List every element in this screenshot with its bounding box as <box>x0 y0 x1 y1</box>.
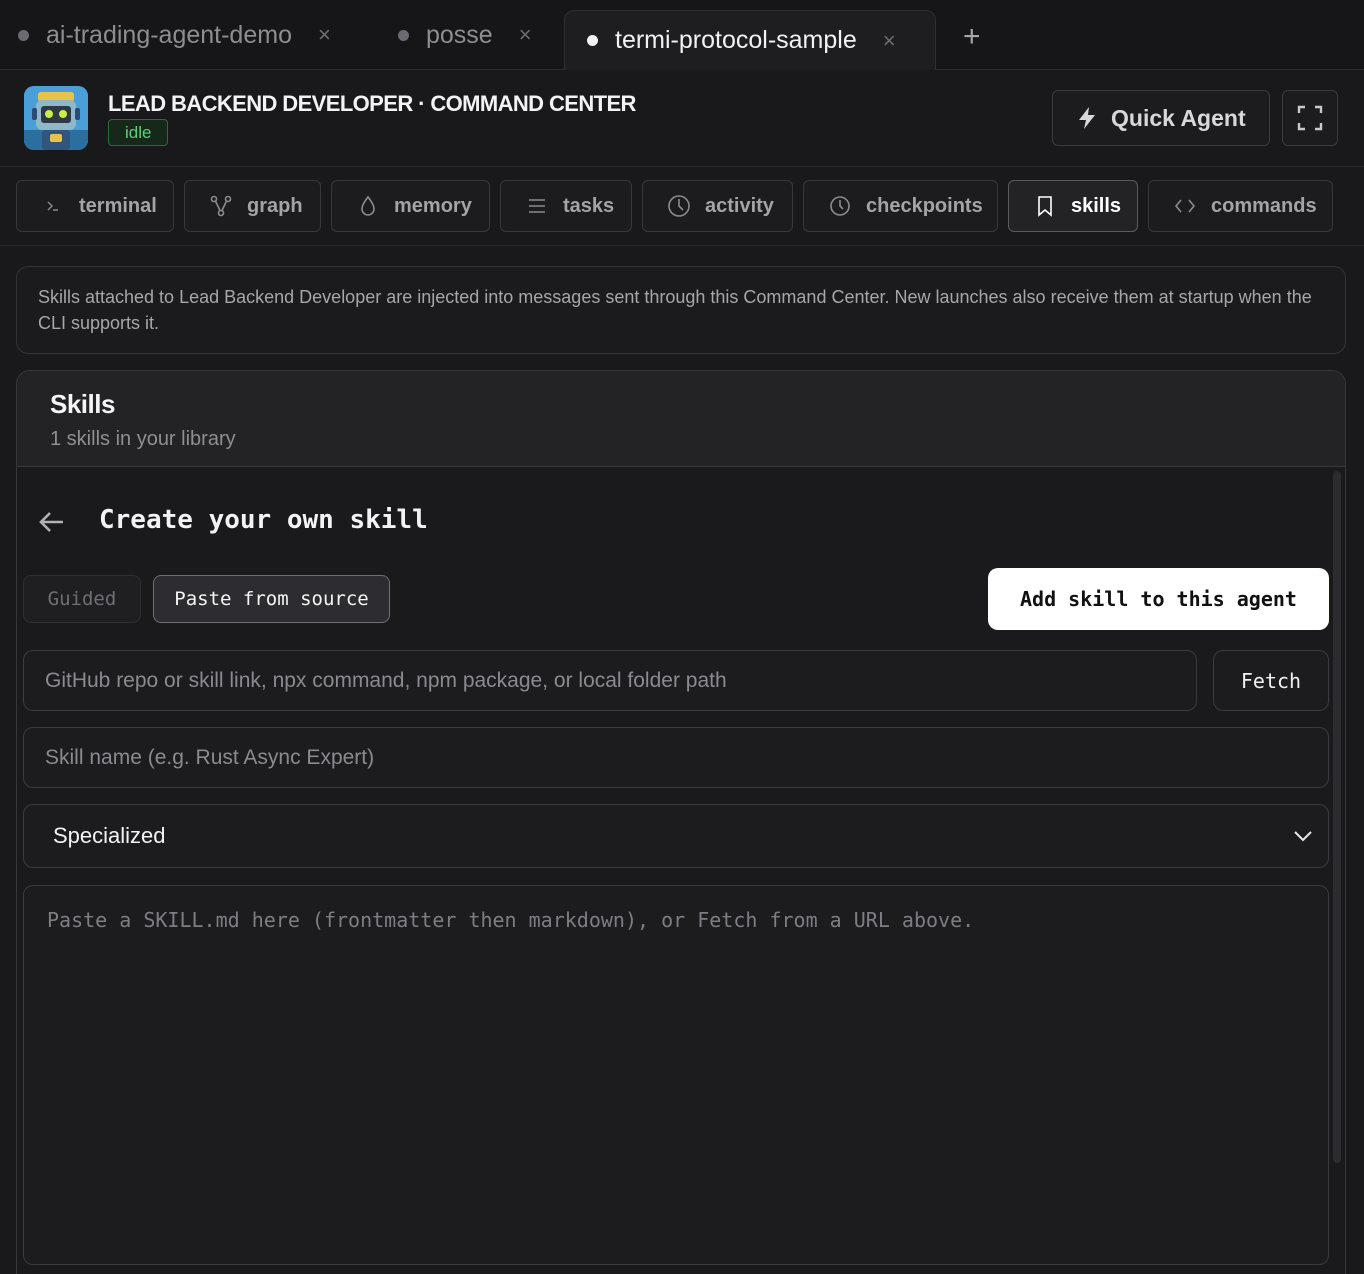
tab-label: terminal <box>79 194 157 217</box>
skills-info-notice: Skills attached to Lead Backend Develope… <box>16 266 1346 354</box>
tab-label: graph <box>247 194 303 217</box>
tab-label: memory <box>394 194 472 217</box>
tab-label: activity <box>705 194 774 217</box>
tab-label: skills <box>1071 194 1122 217</box>
activity-icon <box>667 194 691 218</box>
category-selected-value: Specialized <box>53 823 166 848</box>
tab-bar: ai-trading-agent-demo × posse × termi-pr… <box>0 0 1364 70</box>
skill-content-textarea[interactable]: Paste a SKILL.md here (frontmatter then … <box>23 885 1329 1265</box>
memory-icon <box>356 195 380 217</box>
source-input[interactable]: GitHub repo or skill link, npx command, … <box>23 650 1197 711</box>
bookmark-icon <box>1033 195 1057 217</box>
tab-skills[interactable]: skills <box>1008 180 1138 232</box>
tab-memory[interactable]: memory <box>331 180 490 232</box>
tab-dot <box>18 29 29 41</box>
add-skill-button[interactable]: Add skill to this agent <box>988 568 1329 630</box>
fetch-button[interactable]: Fetch <box>1213 650 1329 711</box>
close-icon[interactable]: × <box>318 22 331 48</box>
tab-activity[interactable]: activity <box>642 180 793 232</box>
tab-label: commands <box>1211 194 1317 217</box>
tasks-icon <box>525 196 549 216</box>
quick-agent-label: Quick Agent <box>1111 104 1246 131</box>
create-skill-title: Create your own skill <box>99 505 428 535</box>
tab-graph[interactable]: graph <box>184 180 321 232</box>
robot-avatar-icon <box>24 86 88 150</box>
close-icon[interactable]: × <box>883 28 896 54</box>
mode-guided-button[interactable]: Guided <box>23 575 141 623</box>
checkpoints-icon <box>828 195 852 217</box>
agent-avatar <box>24 86 88 150</box>
lightning-icon <box>1079 107 1095 129</box>
tab-label: ai-trading-agent-demo <box>46 20 292 49</box>
status-badge: idle <box>108 119 169 146</box>
panel-scrollbar[interactable] <box>1333 471 1341 1163</box>
new-tab-icon[interactable]: + <box>963 22 981 52</box>
tab-ai-trading-agent-demo[interactable]: ai-trading-agent-demo × <box>18 0 331 70</box>
terminal-icon <box>41 198 65 214</box>
chevron-down-icon <box>1294 831 1312 842</box>
mode-paste-button[interactable]: Paste from source <box>153 575 390 623</box>
close-icon[interactable]: × <box>519 22 532 48</box>
fullscreen-button[interactable] <box>1282 90 1338 146</box>
agent-header: LEAD BACKEND DEVELOPER · COMMAND CENTER … <box>0 70 1364 167</box>
tab-commands[interactable]: commands <box>1148 180 1333 232</box>
tab-label: posse <box>426 20 493 49</box>
quick-agent-button[interactable]: Quick Agent <box>1052 90 1270 146</box>
tab-checkpoints[interactable]: checkpoints <box>803 180 998 232</box>
code-icon <box>1173 198 1197 214</box>
tab-dot <box>398 29 409 41</box>
tab-tasks[interactable]: tasks <box>500 180 632 232</box>
back-arrow-icon[interactable] <box>37 507 67 537</box>
skill-name-input[interactable]: Skill name (e.g. Rust Async Expert) <box>23 727 1329 788</box>
tab-posse[interactable]: posse × <box>398 0 532 70</box>
section-nav: terminal graph memory tasks activity che… <box>0 167 1364 246</box>
tab-label: checkpoints <box>866 194 983 217</box>
page-title: LEAD BACKEND DEVELOPER · COMMAND CENTER <box>108 91 636 116</box>
skills-count: 1 skills in your library <box>50 428 236 450</box>
tab-terminal[interactable]: terminal <box>16 180 174 232</box>
graph-icon <box>209 195 233 217</box>
category-select[interactable]: Specialized <box>23 804 1329 868</box>
tab-label: tasks <box>563 194 615 217</box>
fullscreen-icon <box>1297 105 1323 131</box>
tab-termi-protocol-sample[interactable]: termi-protocol-sample × <box>564 10 936 70</box>
skills-panel: Skills 1 skills in your library Create y… <box>16 370 1346 1274</box>
skills-panel-header: Skills 1 skills in your library <box>17 371 1345 467</box>
skills-title: Skills <box>50 389 115 419</box>
tab-label: termi-protocol-sample <box>615 26 857 54</box>
tab-dot <box>587 35 598 46</box>
